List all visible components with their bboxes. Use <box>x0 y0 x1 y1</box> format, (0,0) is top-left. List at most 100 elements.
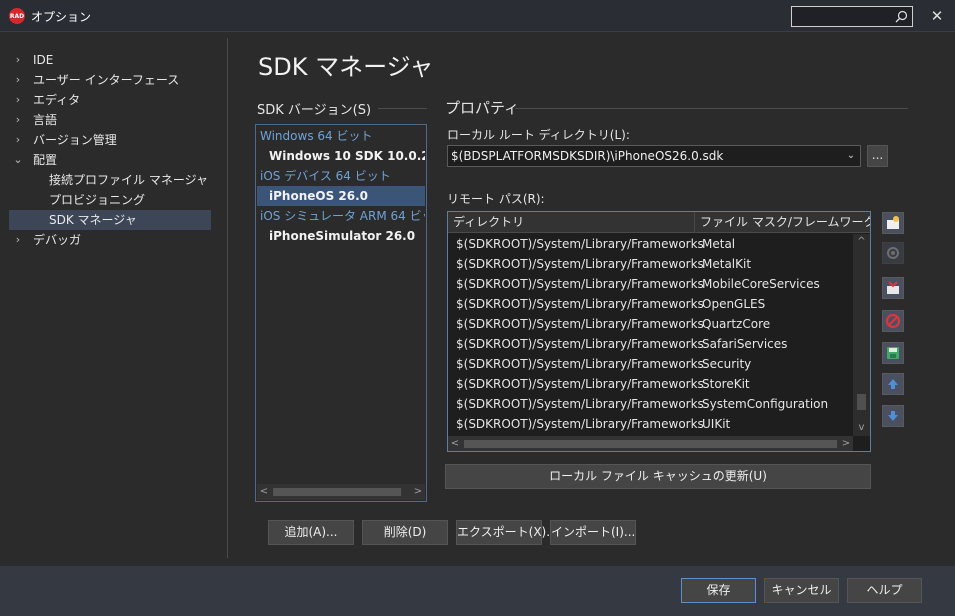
cancel-button[interactable]: キャンセル <box>764 578 839 603</box>
save-path-button[interactable] <box>882 342 904 364</box>
sdk-item-iphoneos[interactable]: iPhoneOS 26.0 <box>257 186 425 206</box>
chevron-right-icon[interactable]: › <box>12 70 24 90</box>
scroll-thumb[interactable] <box>464 440 837 448</box>
tree-item-ide[interactable]: › IDE <box>9 50 211 70</box>
tree-item-label: 言語 <box>33 113 58 127</box>
export-button[interactable]: エクスポート(X)... <box>456 520 558 545</box>
tree-item-label: ユーザー インターフェース <box>33 73 180 87</box>
search-icon <box>895 10 908 23</box>
prohibited-icon <box>885 313 901 329</box>
cell-directory: $(SDKROOT)/System/Library/Frameworks <box>456 377 704 391</box>
dialog-footer: 保存 キャンセル ヘルプ <box>0 566 955 616</box>
chevron-down-icon[interactable]: ⌄ <box>12 150 24 170</box>
move-up-button[interactable] <box>882 373 904 395</box>
table-row[interactable]: $(SDKROOT)/System/Library/Frameworks Qua… <box>448 314 853 334</box>
tree-item-label: 接続プロファイル マネージャ <box>49 173 208 187</box>
table-row[interactable]: $(SDKROOT)/System/Library/Frameworks Sto… <box>448 374 853 394</box>
delete-path-button[interactable] <box>882 310 904 332</box>
new-path-icon <box>887 216 899 229</box>
sdk-group-ios-simulator: iOS シミュレータ ARM 64 ビット <box>260 209 425 223</box>
tree-item-label: 配置 <box>33 153 58 167</box>
save-icon <box>887 347 899 359</box>
sdk-versions-label: SDK バージョン(S) <box>257 103 372 118</box>
scroll-left-icon[interactable]: < <box>448 436 462 451</box>
cell-directory: $(SDKROOT)/System/Library/Frameworks <box>456 417 704 431</box>
new-path-button[interactable] <box>882 212 904 234</box>
help-button[interactable]: ヘルプ <box>847 578 922 603</box>
cell-file-mask: OpenGLES <box>702 297 766 311</box>
scroll-down-icon[interactable]: v <box>853 420 870 436</box>
remote-table-vscrollbar[interactable]: ^ v <box>853 234 870 436</box>
tree-item-version-control[interactable]: › バージョン管理 <box>9 130 211 150</box>
close-button[interactable]: ✕ <box>927 6 947 26</box>
chevron-right-icon[interactable]: › <box>12 90 24 110</box>
section-divider <box>378 108 427 109</box>
cell-file-mask: StoreKit <box>702 377 750 391</box>
save-button[interactable]: 保存 <box>681 578 756 603</box>
scroll-right-icon[interactable]: > <box>411 484 425 500</box>
tree-item-debugger[interactable]: › デバッガ <box>9 230 211 250</box>
browse-button[interactable]: ... <box>867 145 888 167</box>
column-header-file-mask[interactable]: ファイル マスク/フレームワーク名 <box>694 212 870 233</box>
table-row[interactable]: $(SDKROOT)/System/Library/Frameworks Met… <box>448 234 853 254</box>
remote-paths-table[interactable]: ディレクトリ ファイル マスク/フレームワーク名 $(SDKROOT)/Syst… <box>447 211 871 452</box>
scroll-up-icon[interactable]: ^ <box>853 234 870 250</box>
chevron-down-icon[interactable]: ⌄ <box>844 146 858 166</box>
tree-item-language[interactable]: › 言語 <box>9 110 211 130</box>
options-search-input[interactable] <box>791 6 913 27</box>
table-row[interactable]: $(SDKROOT)/System/Library/Frameworks Saf… <box>448 334 853 354</box>
tree-item-editor[interactable]: › エディタ <box>9 90 211 110</box>
local-root-dir-combo[interactable]: $(BDSPLATFORMSDKSDIR)\iPhoneOS26.0.sdk ⌄ <box>447 145 861 167</box>
sdk-version-list[interactable]: Windows 64 ビット Windows 10 SDK 10.0.26100… <box>255 124 427 502</box>
cell-file-mask: Security <box>702 357 752 371</box>
cell-file-mask: SystemConfiguration <box>702 397 829 411</box>
table-row[interactable]: $(SDKROOT)/System/Library/Frameworks Sys… <box>448 394 853 414</box>
cell-directory: $(SDKROOT)/System/Library/Frameworks <box>456 357 704 371</box>
settings-button[interactable] <box>882 242 904 264</box>
panel-splitter[interactable] <box>227 38 228 558</box>
tree-item-user-interface[interactable]: › ユーザー インターフェース <box>9 70 211 90</box>
tree-item-deployment[interactable]: ⌄ 配置 <box>9 150 211 170</box>
gear-icon <box>887 247 899 259</box>
cell-directory: $(SDKROOT)/System/Library/Frameworks <box>456 297 704 311</box>
tree-item-label: バージョン管理 <box>33 133 117 147</box>
delete-button[interactable]: 削除(D) <box>362 520 448 545</box>
scroll-left-icon[interactable]: < <box>257 484 271 500</box>
local-root-dir-value: $(BDSPLATFORMSDKSDIR)\iPhoneOS26.0.sdk <box>451 149 724 163</box>
insert-path-button[interactable] <box>882 277 904 299</box>
cell-file-mask: SafariServices <box>702 337 788 351</box>
sdk-item-iphonesimulator[interactable]: iPhoneSimulator 26.0 <box>257 226 425 246</box>
chevron-right-icon[interactable]: › <box>12 110 24 130</box>
chevron-right-icon[interactable]: › <box>12 230 24 250</box>
table-row[interactable]: $(SDKROOT)/System/Library/Frameworks UIK… <box>448 414 853 434</box>
title-bar: RAD オプション ✕ <box>0 0 955 32</box>
table-row[interactable]: $(SDKROOT)/System/Library/Frameworks Sec… <box>448 354 853 374</box>
cell-file-mask: UIKit <box>702 417 731 431</box>
window-title: オプション <box>31 10 92 24</box>
remote-table-hscrollbar[interactable]: < > <box>448 436 853 451</box>
move-down-button[interactable] <box>882 405 904 427</box>
chevron-right-icon[interactable]: › <box>12 50 24 70</box>
table-header: ディレクトリ ファイル マスク/フレームワーク名 <box>448 212 870 233</box>
cell-directory: $(SDKROOT)/System/Library/Frameworks <box>456 237 704 251</box>
import-button[interactable]: インポート(I)... <box>550 520 636 545</box>
table-row[interactable]: $(SDKROOT)/System/Library/Frameworks Ope… <box>448 294 853 314</box>
tree-item-provisioning[interactable]: プロビジョニング <box>9 190 211 210</box>
column-header-directory[interactable]: ディレクトリ <box>448 212 694 233</box>
scroll-thumb[interactable] <box>857 394 866 410</box>
table-row[interactable]: $(SDKROOT)/System/Library/Frameworks Met… <box>448 254 853 274</box>
remote-paths-label: リモート パス(R): <box>447 192 545 206</box>
update-local-cache-button[interactable]: ローカル ファイル キャッシュの更新(U) <box>445 464 871 489</box>
sdk-list-hscrollbar[interactable]: < > <box>257 484 425 500</box>
table-row[interactable]: $(SDKROOT)/System/Library/Frameworks Mob… <box>448 274 853 294</box>
add-button[interactable]: 追加(A)... <box>268 520 354 545</box>
tree-item-sdk-manager[interactable]: SDK マネージャ <box>9 210 211 230</box>
chevron-right-icon[interactable]: › <box>12 130 24 150</box>
cell-file-mask: MetalKit <box>702 257 752 271</box>
sdk-item-windows-10[interactable]: Windows 10 SDK 10.0.26100 <box>257 146 425 166</box>
tree-item-label: デバッガ <box>33 233 82 247</box>
scroll-thumb[interactable] <box>273 488 401 496</box>
scroll-right-icon[interactable]: > <box>839 436 853 451</box>
properties-label: プロパティ <box>445 99 520 117</box>
tree-item-connection-profile-manager[interactable]: 接続プロファイル マネージャ <box>9 170 211 190</box>
